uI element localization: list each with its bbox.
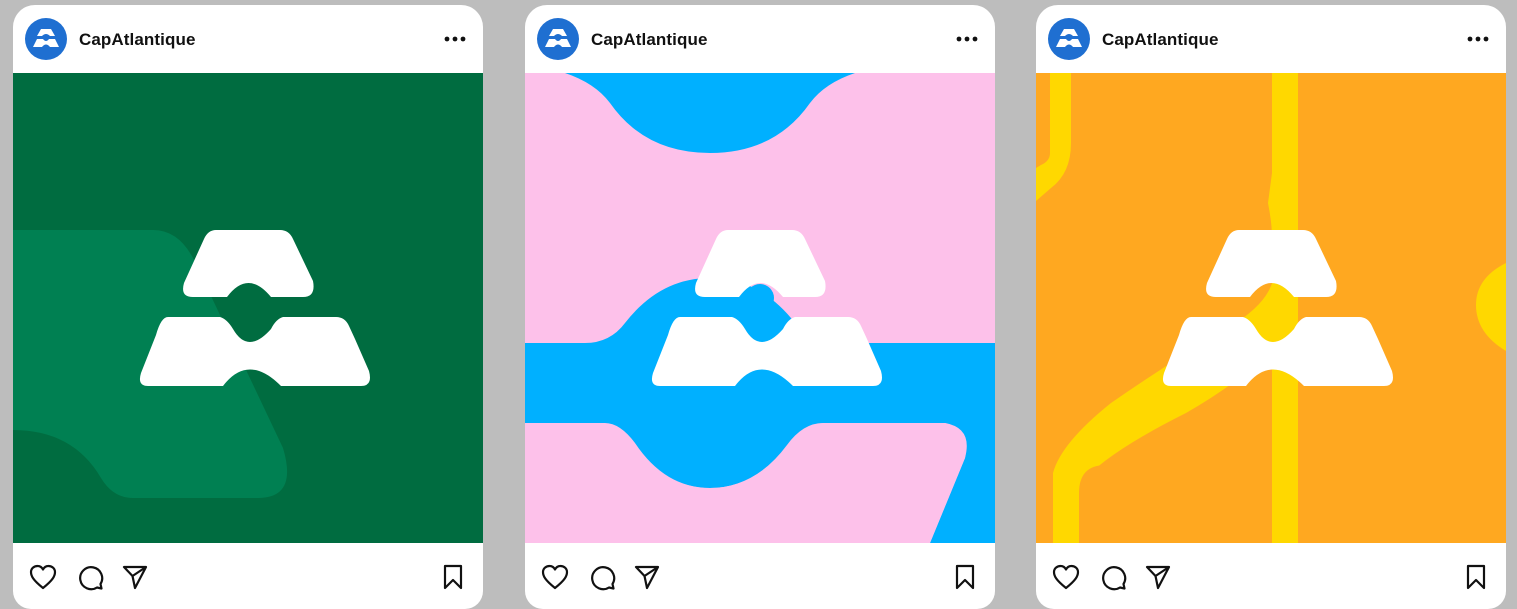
- post-card: CapAtlantique: [13, 5, 483, 609]
- save-button[interactable]: [951, 563, 979, 591]
- post-actions-bar: [525, 543, 995, 609]
- bookmark-icon: [1466, 564, 1486, 590]
- heart-icon: [29, 564, 57, 590]
- post-image[interactable]: [1036, 73, 1506, 543]
- account-name[interactable]: CapAtlantique: [591, 30, 708, 50]
- send-icon: [634, 565, 660, 590]
- save-button[interactable]: [1462, 563, 1490, 591]
- post-card: CapAtlantique: [525, 5, 995, 609]
- more-dots-icon: [956, 36, 978, 42]
- more-options-button[interactable]: [953, 29, 981, 49]
- post-header: CapAtlantique: [1036, 5, 1506, 73]
- capatlantique-logo-icon: [1056, 29, 1082, 47]
- post-image[interactable]: [525, 73, 995, 543]
- save-button[interactable]: [439, 563, 467, 591]
- bookmark-icon: [443, 564, 463, 590]
- send-icon: [122, 565, 148, 590]
- comment-icon: [1102, 566, 1127, 591]
- more-options-button[interactable]: [1464, 29, 1492, 49]
- post-actions-bar: [13, 543, 483, 609]
- comment-button[interactable]: [76, 563, 104, 591]
- profile-avatar[interactable]: [537, 18, 579, 60]
- comment-icon: [79, 566, 104, 591]
- send-icon: [1145, 565, 1171, 590]
- profile-avatar[interactable]: [1048, 18, 1090, 60]
- account-name[interactable]: CapAtlantique: [1102, 30, 1219, 50]
- capatlantique-logo-icon: [545, 29, 571, 47]
- heart-icon: [541, 564, 569, 590]
- post-card: CapAtlantique: [1036, 5, 1506, 609]
- more-options-button[interactable]: [441, 29, 469, 49]
- post-header: CapAtlantique: [525, 5, 995, 73]
- capatlantique-logo-icon: [33, 29, 59, 47]
- profile-avatar[interactable]: [25, 18, 67, 60]
- post-image[interactable]: [13, 73, 483, 543]
- bookmark-icon: [955, 564, 975, 590]
- share-button[interactable]: [121, 563, 149, 591]
- heart-icon: [1052, 564, 1080, 590]
- comment-icon: [591, 566, 616, 591]
- account-name[interactable]: CapAtlantique: [79, 30, 196, 50]
- like-button[interactable]: [29, 563, 57, 591]
- comment-button[interactable]: [588, 563, 616, 591]
- post-header: CapAtlantique: [13, 5, 483, 73]
- share-button[interactable]: [633, 563, 661, 591]
- like-button[interactable]: [1052, 563, 1080, 591]
- comment-button[interactable]: [1099, 563, 1127, 591]
- more-dots-icon: [1467, 36, 1489, 42]
- like-button[interactable]: [541, 563, 569, 591]
- more-dots-icon: [444, 36, 466, 42]
- post-actions-bar: [1036, 543, 1506, 609]
- share-button[interactable]: [1144, 563, 1172, 591]
